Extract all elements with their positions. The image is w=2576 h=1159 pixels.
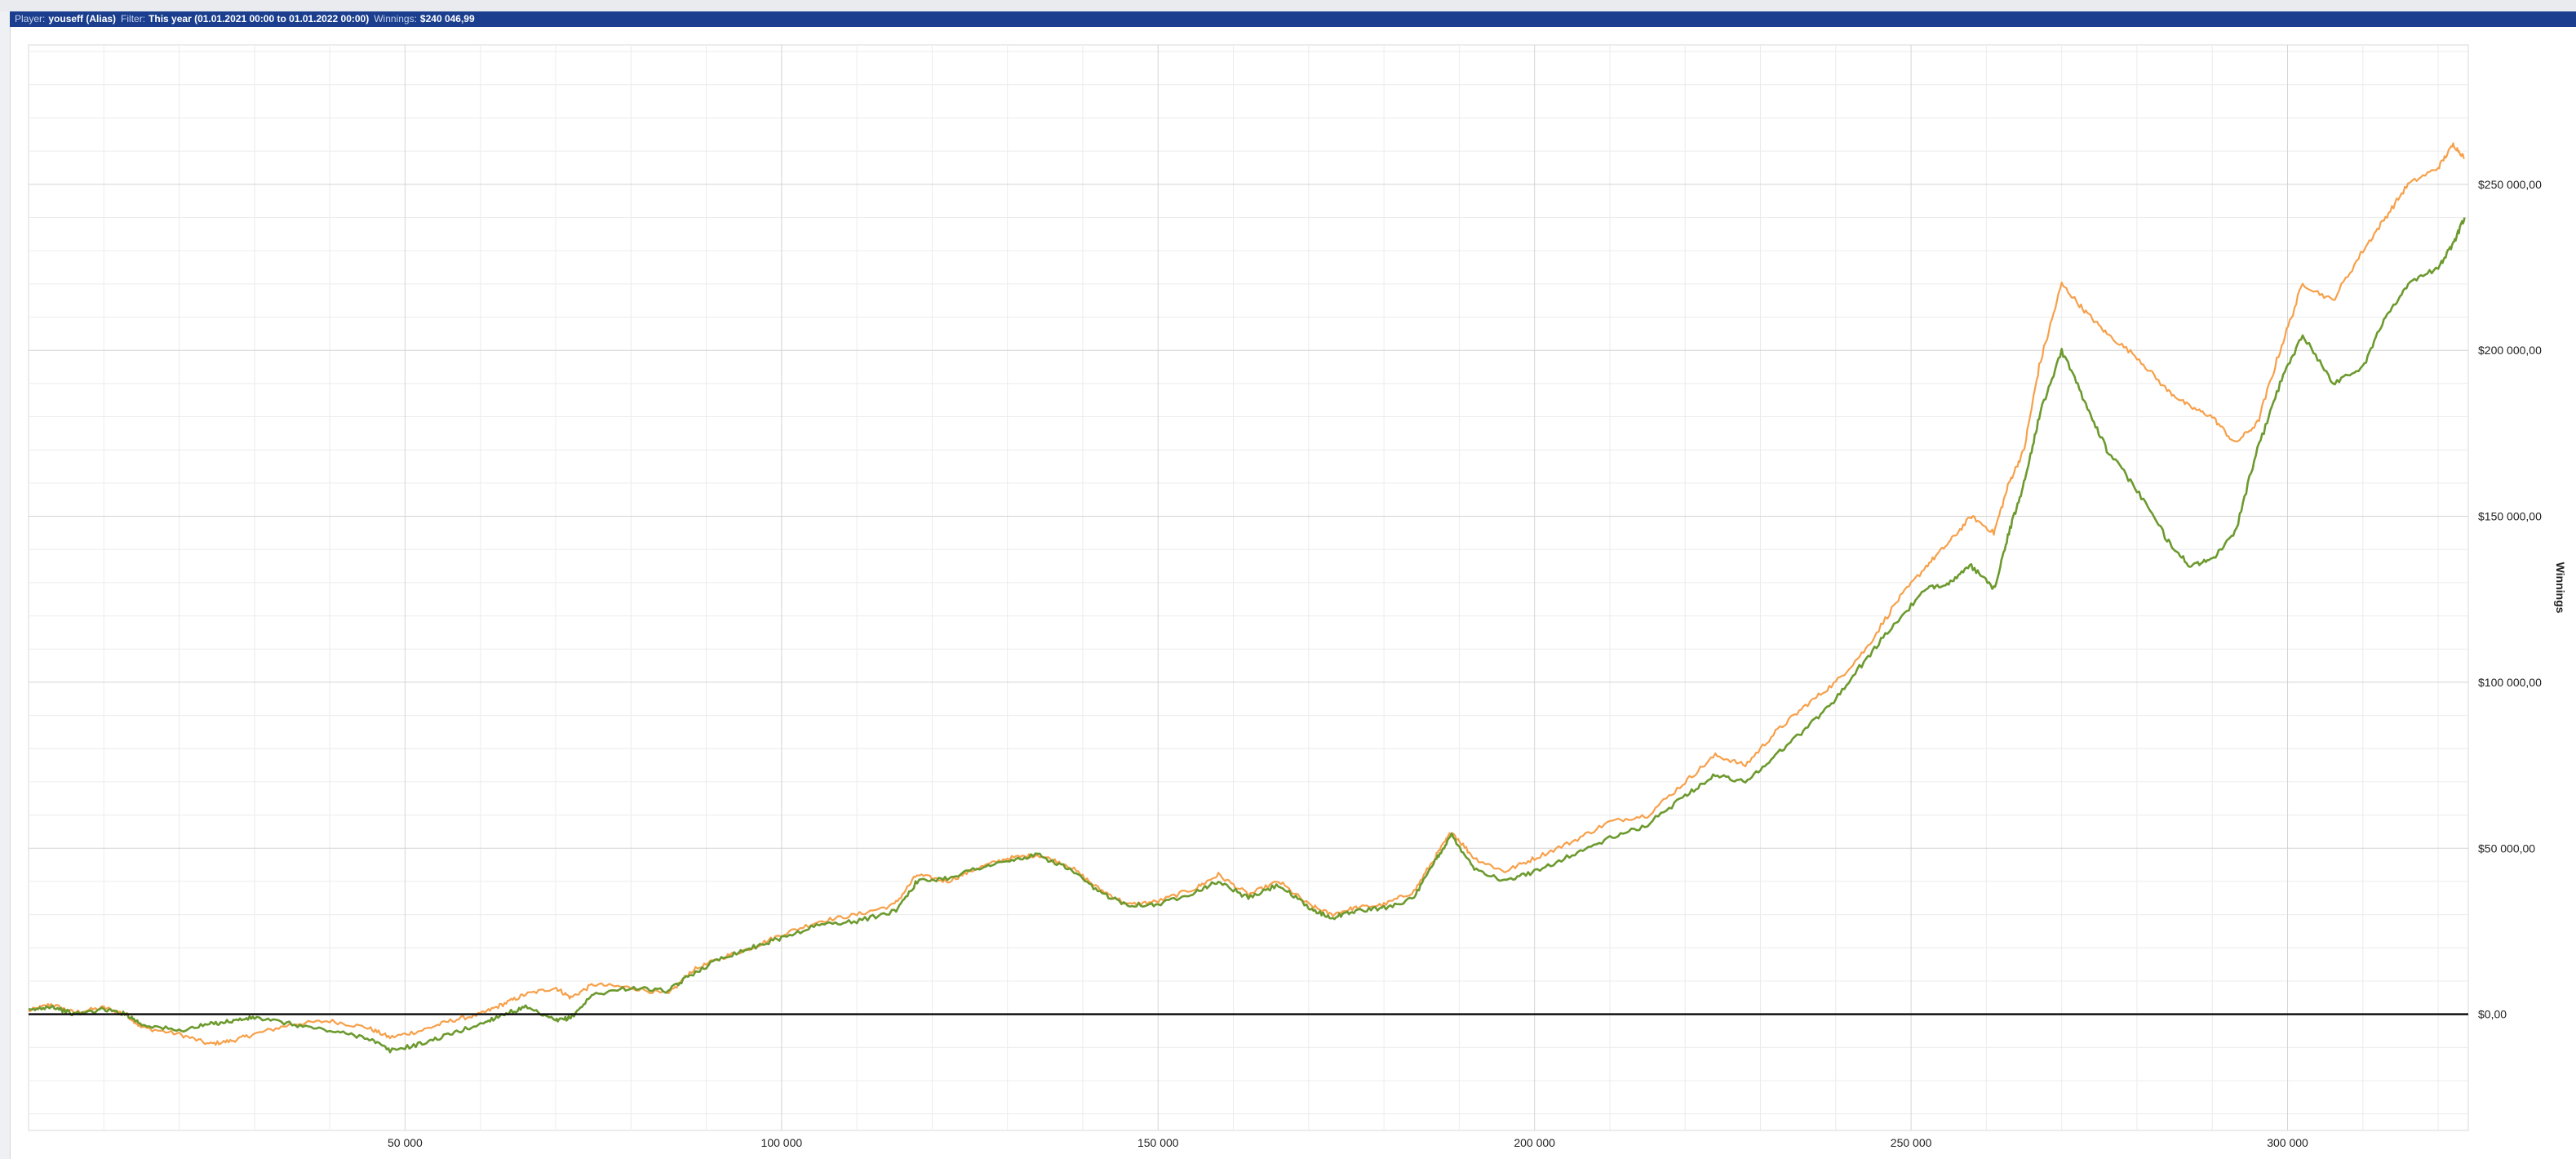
y-tick-label: $0,00 (2478, 1008, 2507, 1021)
x-tick-label: 300 000 (2267, 1136, 2308, 1149)
y-tick-label: $50 000,00 (2478, 841, 2535, 855)
y-axis-label: Winnings (2554, 562, 2567, 614)
y-tick-label: $100 000,00 (2478, 676, 2542, 689)
y-tick-label: $250 000,00 (2478, 178, 2542, 191)
x-tick-label: 150 000 (1137, 1136, 1179, 1149)
y-tick-label: $200 000,00 (2478, 344, 2542, 357)
plot-background (28, 44, 2469, 1131)
x-tick-label: 100 000 (761, 1136, 803, 1149)
x-axis-ticks: 50 000 100 000 150 000 200 000 250 000 300 00… (388, 1136, 2308, 1149)
x-tick-label: 250 000 (1891, 1136, 1932, 1149)
x-tick-label: 200 000 (1514, 1136, 1555, 1149)
y-tick-label: $150 000,00 (2478, 510, 2542, 523)
x-tick-label: 50 000 (388, 1136, 423, 1149)
y-axis-ticks: $0,00 $50 000,00 $100 000,00 $150 000,00 $20… (2478, 178, 2542, 1021)
winnings-chart: $0,00 $50 000,00 $100 000,00 $150 000,00 $20… (28, 44, 2567, 1149)
